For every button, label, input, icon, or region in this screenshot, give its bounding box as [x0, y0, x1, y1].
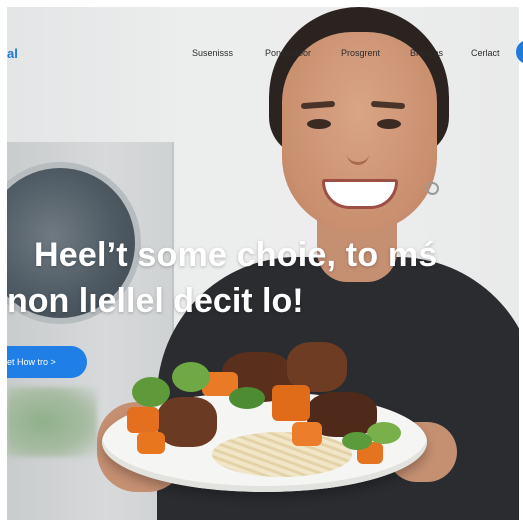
hero-cta-label: et How tro >	[7, 357, 56, 367]
food-carrot	[137, 432, 165, 454]
food-meat	[157, 397, 217, 447]
hero-headline-line-2: non lıellel decit lo!	[7, 282, 304, 320]
food-greens	[367, 422, 401, 444]
person-eye-left	[307, 119, 331, 129]
nav-link-5[interactable]: Cerlact	[471, 48, 500, 58]
food-noodles	[212, 432, 352, 477]
food-broccoli	[132, 377, 170, 407]
nav-link-3[interactable]: Prosgrent	[341, 48, 380, 58]
nav-link-4[interactable]: Brançes	[410, 48, 443, 58]
food-carrot	[127, 407, 159, 433]
food-carrot	[292, 422, 322, 446]
food-greens	[229, 387, 265, 409]
nav-link-1[interactable]: Susenisss	[192, 48, 233, 58]
person-eye-right	[377, 119, 401, 129]
hero-cta-button[interactable]: et How tro >	[7, 346, 87, 378]
food-greens	[342, 432, 372, 450]
nav-link-2[interactable]: Ponsdetoor	[265, 48, 311, 58]
food-carrot	[272, 385, 310, 421]
earring	[426, 182, 439, 195]
site-logo[interactable]: al	[7, 46, 18, 61]
food-broccoli	[172, 362, 210, 392]
hero-headline-line-1: Heel’t some choie, to mś	[34, 236, 438, 274]
person-nose	[347, 132, 369, 165]
